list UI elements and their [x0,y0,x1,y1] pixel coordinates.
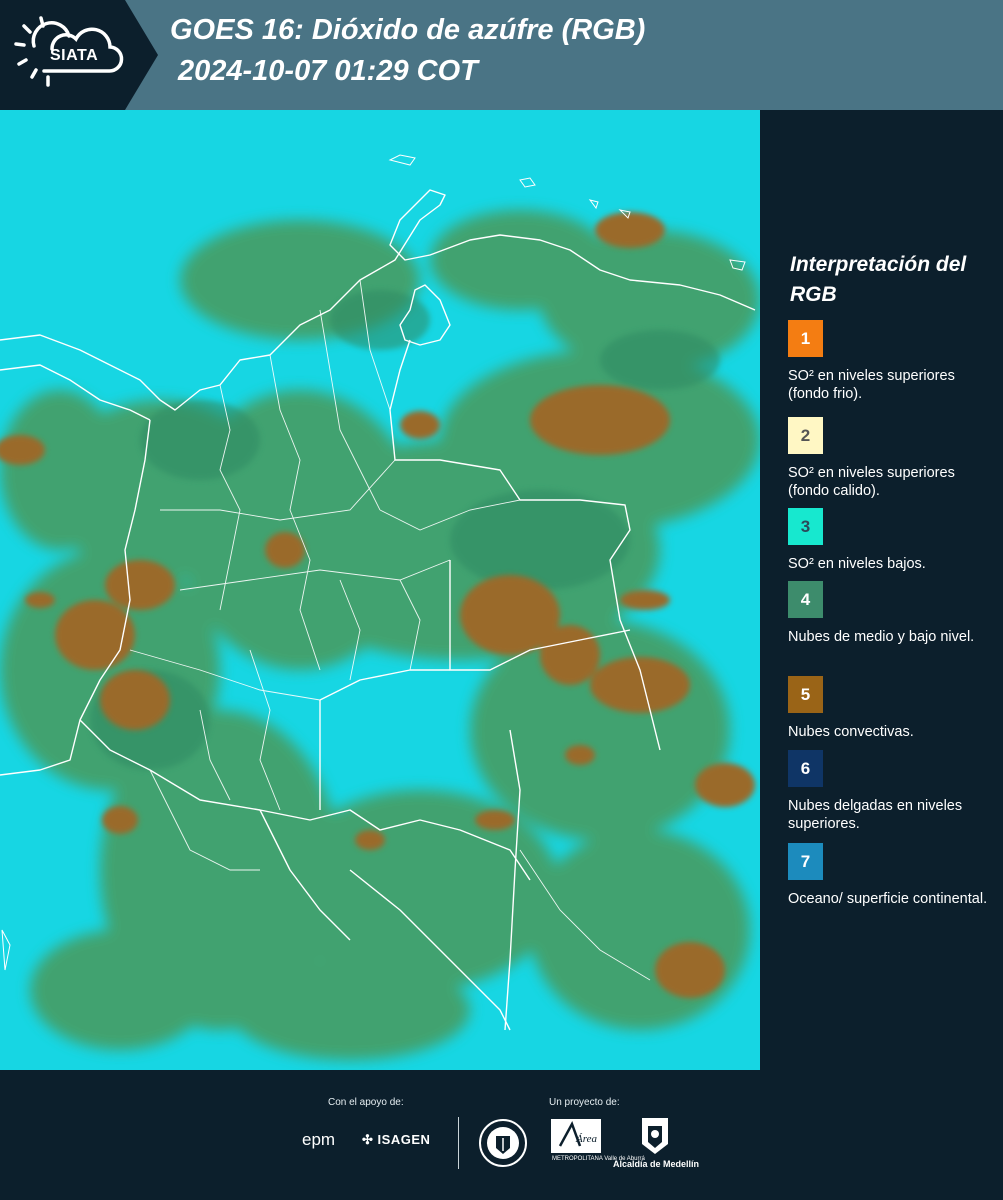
legend-number: 6 [800,758,811,778]
legend-number: 7 [800,851,811,871]
legend-number: 4 [800,589,811,609]
svg-text:Área: Área [575,1133,597,1145]
legend-panel: Interpretación del RGB 1 SO² en niveles … [760,110,1003,1070]
legend-swatch: 6 [788,750,823,787]
legend-swatch: 7 [788,843,823,880]
support-label: Con el apoyo de: [328,1097,404,1108]
header-bar: SIATA GOES 16: Dióxido de azúfre (RGB) 2… [0,0,1003,110]
logo-text: SIATA [50,47,99,64]
legend-number: 1 [800,328,811,348]
legend-label: Nubes convectivas. [788,724,914,740]
legend-swatch: 3 [788,508,823,545]
legend-item-4: 4 Nubes de medio y bajo nivel. [788,581,998,646]
footer-bar: Con el apoyo de: Un proyecto de: epm ✣ I… [0,1070,1003,1200]
legend-label: Oceano/ superficie continental. [788,891,988,907]
timestamp: 2024-10-07 01:29 COT [178,55,478,87]
footer-divider [458,1117,459,1169]
legend-swatch: 1 [788,320,823,357]
legend-label: Nubes de medio y bajo nivel. [788,629,975,645]
alcaldia-label: Alcaldía de Medellín [613,1159,700,1169]
legend-number: 3 [800,516,811,536]
legend-swatch: 5 [788,676,823,713]
legend-number: 5 [800,684,811,704]
siata-logo: SIATA [0,0,158,110]
legend-label: SO² en niveles superiores (fondo frio). [788,368,955,402]
page-title: GOES 16: Dióxido de azúfre (RGB) [170,14,646,46]
legend-item-1: 1 SO² en niveles superiores (fondo frio)… [788,320,998,403]
legend-item-2: 2 SO² en niveles superiores (fondo calid… [788,417,998,500]
legend-item-7: 7 Oceano/ superficie continental. [788,843,998,908]
legend-label: Nubes delgadas en niveles superiores. [788,798,963,832]
alcaldia-shield-icon [642,1118,668,1154]
isagen-logo: ✣ ISAGEN [362,1132,430,1148]
legend-item-3: 3 SO² en niveles bajos. [788,508,998,573]
medellin-seal-icon [479,1119,527,1167]
amva-logo: Área [550,1118,602,1170]
isagen-mark-icon: ✣ [362,1132,374,1147]
legend-swatch: 4 [788,581,823,618]
legend-item-5: 5 Nubes convectivas. [788,676,998,741]
amva-mark-icon: Área [551,1119,601,1153]
legend-title: Interpretación del RGB [790,253,967,306]
project-label: Un proyecto de: [549,1097,620,1108]
legend-swatch: 2 [788,417,823,454]
legend-label: SO² en niveles superiores (fondo calido)… [788,465,955,499]
legend-item-6: 6 Nubes delgadas en niveles superiores. [788,750,998,833]
legend-label: SO² en niveles bajos. [788,556,926,572]
epm-logo: epm [302,1130,336,1149]
legend-number: 2 [800,425,811,445]
rgb-image [0,110,760,1070]
isagen-text: ISAGEN [377,1132,431,1147]
satellite-map[interactable] [0,110,760,1070]
